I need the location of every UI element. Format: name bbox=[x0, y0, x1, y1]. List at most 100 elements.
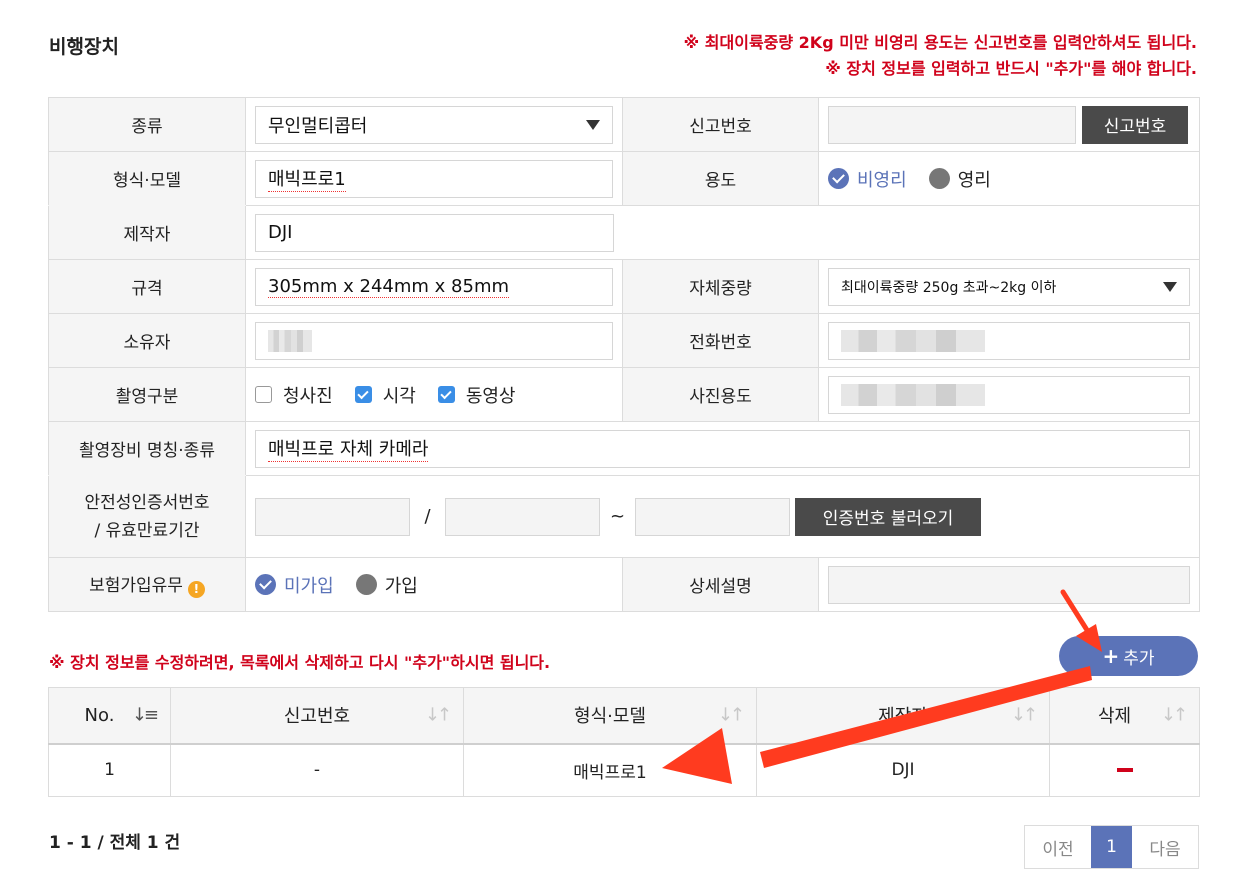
checkbox-unchecked-icon[interactable] bbox=[255, 386, 272, 403]
usage-radio-group: 비영리 영리 bbox=[828, 166, 1190, 192]
cert-separator-tilde: ~ bbox=[609, 506, 626, 527]
row-report-no: - bbox=[170, 743, 464, 797]
sort-icon[interactable]: ↓↑ bbox=[1011, 705, 1038, 726]
notice-line-1: ※ 최대이륙중량 2Kg 미만 비영리 용도는 신고번호를 입력안하셔도 됩니다… bbox=[683, 33, 1197, 52]
plus-icon: + bbox=[1102, 644, 1120, 668]
cert-label: 안전성인증서번호 / 유효만료기간 bbox=[48, 475, 246, 558]
spec-label: 규격 bbox=[48, 259, 246, 314]
cert-label-line-1: 안전성인증서번호 bbox=[84, 492, 210, 513]
weight-select-value: 최대이륙중량 250g 초과~2kg 이하 bbox=[841, 279, 1057, 296]
device-form: 종류 무인멀티콥터 신고번호 신고번호 형식·모델 매빅프로1 용도 비영리 영… bbox=[48, 97, 1200, 612]
table-header-row: No. ↓≡ 신고번호 ↓↑ 형식·모델 ↓↑ 제작자 ↓↑ 삭제 ↓↑ bbox=[48, 687, 1200, 745]
shoot-type-label: 촬영구분 bbox=[48, 367, 246, 422]
usage-option-nonprofit[interactable]: 비영리 bbox=[857, 166, 907, 192]
spec-input-value: 305mm x 244mm x 85mm bbox=[268, 275, 510, 298]
model-input[interactable]: 매빅프로1 bbox=[255, 159, 613, 198]
shoot-type-label-0: 청사진 bbox=[283, 385, 333, 407]
photo-usage-label: 사진용도 bbox=[622, 367, 819, 422]
maker-input-value: DJI bbox=[268, 222, 293, 243]
cert-label-line-2: / 유효만료기간 bbox=[94, 520, 200, 541]
section-title: 비행장치 bbox=[49, 36, 119, 58]
phone-input[interactable] bbox=[828, 321, 1190, 360]
blurred-owner-value bbox=[268, 329, 312, 352]
row-delete-cell bbox=[1049, 743, 1200, 797]
blurred-photo-usage-value bbox=[841, 383, 985, 406]
shoot-type-video[interactable]: 동영상 bbox=[437, 382, 516, 408]
sort-icon[interactable]: ↓↑ bbox=[718, 705, 745, 726]
column-header-no[interactable]: No. ↓≡ bbox=[48, 687, 171, 745]
dropdown-arrow-icon bbox=[586, 119, 600, 130]
pagination: 이전 1 다음 bbox=[1024, 825, 1199, 869]
add-button-label: 추가 bbox=[1123, 648, 1155, 669]
owner-label: 소유자 bbox=[48, 313, 246, 368]
prev-page-button[interactable]: 이전 bbox=[1025, 826, 1091, 868]
equipment-input-value: 매빅프로 자체 카메라 bbox=[268, 435, 429, 462]
weight-label: 자체중량 bbox=[622, 259, 819, 314]
usage-option-profit[interactable]: 영리 bbox=[958, 166, 991, 192]
cert-number-input[interactable] bbox=[255, 497, 410, 536]
shoot-type-visual[interactable]: 시각 bbox=[354, 382, 416, 408]
delete-minus-icon[interactable] bbox=[1116, 768, 1133, 773]
report-no-input[interactable] bbox=[828, 105, 1076, 144]
column-header-maker[interactable]: 제작자 ↓↑ bbox=[756, 687, 1050, 745]
usage-label: 용도 bbox=[622, 151, 819, 206]
dropdown-arrow-icon bbox=[1163, 281, 1177, 292]
weight-select[interactable]: 최대이륙중량 250g 초과~2kg 이하 bbox=[828, 267, 1190, 306]
notice-line-2: ※ 장치 정보를 입력하고 반드시 "추가"를 해야 합니다. bbox=[825, 59, 1197, 78]
checkbox-checked-icon[interactable] bbox=[354, 386, 372, 403]
detail-label: 상세설명 bbox=[622, 557, 819, 612]
insurance-radio-group: 미가입 가입 bbox=[255, 572, 613, 598]
radio-checked-icon[interactable] bbox=[255, 574, 276, 595]
row-maker: DJI bbox=[756, 743, 1050, 797]
type-label: 종류 bbox=[48, 97, 246, 152]
column-header-model[interactable]: 형식·모델 ↓↑ bbox=[463, 687, 757, 745]
model-input-value: 매빅프로1 bbox=[268, 165, 346, 192]
phone-label: 전화번호 bbox=[622, 313, 819, 368]
photo-usage-input[interactable] bbox=[828, 375, 1190, 414]
sort-icon[interactable]: ↓↑ bbox=[1161, 705, 1188, 726]
shoot-type-label-1: 시각 bbox=[382, 385, 416, 407]
type-select-value: 무인멀티콥터 bbox=[268, 115, 368, 137]
cert-start-date-input[interactable] bbox=[445, 497, 600, 536]
column-header-report-no[interactable]: 신고번호 ↓↑ bbox=[170, 687, 464, 745]
radio-checked-icon[interactable] bbox=[828, 168, 849, 189]
radio-unchecked-icon[interactable] bbox=[355, 574, 377, 595]
next-page-button[interactable]: 다음 bbox=[1132, 826, 1198, 868]
cert-row: / ~ 인증번호 불러오기 bbox=[255, 497, 1190, 536]
shoot-type-label-2: 동영상 bbox=[465, 385, 516, 407]
insurance-option-none[interactable]: 미가입 bbox=[284, 572, 334, 598]
owner-input[interactable] bbox=[255, 321, 613, 360]
sort-icon[interactable]: ↓↑ bbox=[425, 705, 452, 726]
table-row: 1 - 매빅프로1 DJI bbox=[48, 743, 1200, 797]
insurance-label: 보험가입유무 bbox=[89, 576, 183, 597]
blurred-phone-value bbox=[841, 329, 985, 352]
cert-end-date-input[interactable] bbox=[635, 497, 790, 536]
pagination-info: 1 - 1 / 전체 1 건 bbox=[49, 833, 181, 853]
notice-block: ※ 최대이륙중량 2Kg 미만 비영리 용도는 신고번호를 입력안하셔도 됩니다… bbox=[684, 30, 1197, 82]
report-no-label: 신고번호 bbox=[622, 97, 819, 152]
load-cert-button[interactable]: 인증번호 불러오기 bbox=[795, 497, 981, 536]
insurance-option-joined[interactable]: 가입 bbox=[385, 572, 418, 598]
checkbox-checked-icon[interactable] bbox=[437, 386, 455, 403]
report-no-button[interactable]: 신고번호 bbox=[1082, 105, 1188, 144]
insurance-label-cell: 보험가입유무! bbox=[48, 557, 246, 612]
row-model: 매빅프로1 bbox=[463, 743, 757, 797]
equipment-input[interactable]: 매빅프로 자체 카메라 bbox=[255, 429, 1190, 468]
maker-label: 제작자 bbox=[48, 205, 246, 260]
shoot-type-blueprint[interactable]: 청사진 bbox=[255, 382, 333, 408]
maker-input[interactable]: DJI bbox=[255, 213, 614, 252]
column-header-delete[interactable]: 삭제 ↓↑ bbox=[1049, 687, 1200, 745]
model-label: 형식·모델 bbox=[48, 151, 246, 206]
row-no: 1 bbox=[48, 743, 171, 797]
spec-input[interactable]: 305mm x 244mm x 85mm bbox=[255, 267, 613, 306]
warning-icon[interactable]: ! bbox=[187, 580, 205, 598]
current-page-button[interactable]: 1 bbox=[1091, 826, 1132, 868]
cert-separator-slash: / bbox=[424, 506, 431, 527]
detail-input[interactable] bbox=[828, 565, 1190, 604]
type-select[interactable]: 무인멀티콥터 bbox=[255, 105, 613, 144]
edit-notice: ※ 장치 정보를 수정하려면, 목록에서 삭제하고 다시 "추가"하시면 됩니다… bbox=[49, 653, 551, 672]
sort-desc-icon[interactable]: ↓≡ bbox=[132, 705, 159, 726]
add-button[interactable]: + 추가 bbox=[1059, 636, 1198, 676]
device-list-table: No. ↓≡ 신고번호 ↓↑ 형식·모델 ↓↑ 제작자 ↓↑ 삭제 ↓↑ 1 - 매빅프로… bbox=[48, 687, 1200, 797]
radio-unchecked-icon[interactable] bbox=[928, 168, 950, 189]
